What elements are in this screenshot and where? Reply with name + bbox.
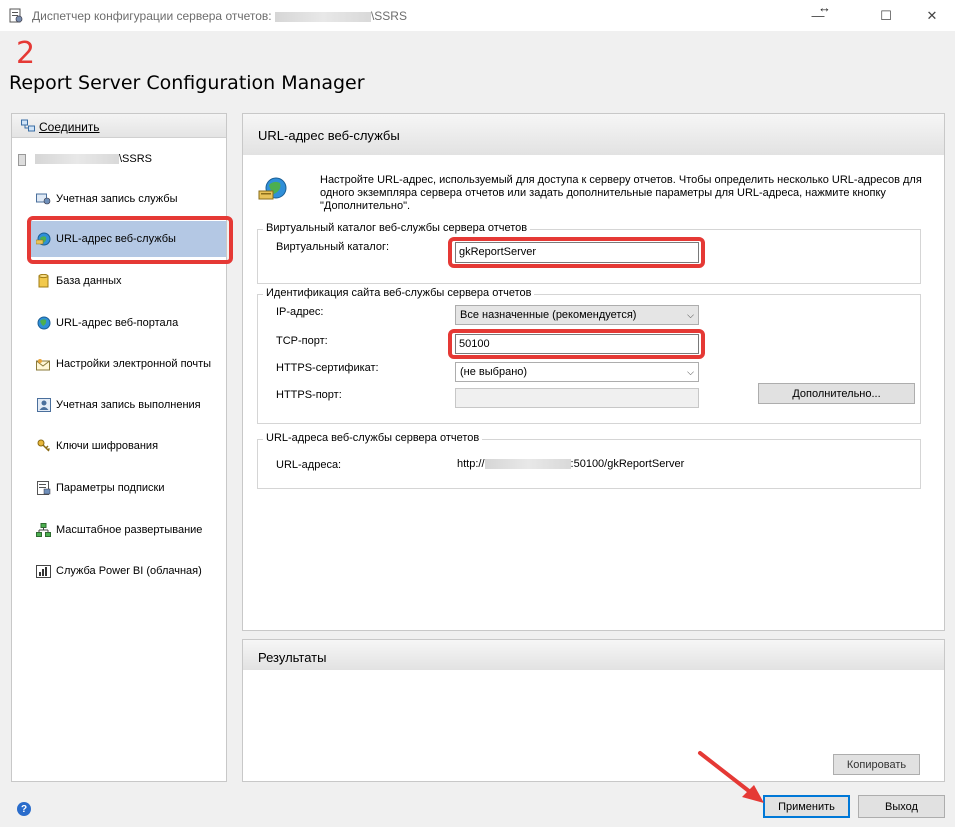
sidebar-item-scale-out[interactable]: Масштабное развертывание <box>30 512 226 548</box>
tcp-port-highlight <box>448 329 705 359</box>
sidebar-item-database[interactable]: База данных <box>30 263 226 299</box>
apply-arrow-annotation <box>698 751 764 803</box>
connect-icon[interactable] <box>21 119 35 132</box>
url-suffix: :50100/gkReportServer <box>570 458 685 470</box>
sidebar-item-label: Параметры подписки <box>56 482 165 494</box>
connect-button[interactable]: Соединить <box>39 120 100 134</box>
close-button[interactable]: ✕ <box>909 0 955 31</box>
sidebar-item-service-account[interactable]: Учетная запись службы <box>30 181 226 217</box>
urls-label: URL-адреса: <box>276 459 342 471</box>
description-text: Настройте URL-адрес, используемый для до… <box>320 174 922 212</box>
https-certificate-label: HTTPS-сертификат: <box>276 362 379 374</box>
https-port-input[interactable] <box>455 388 699 408</box>
virtual-directory-label: Виртуальный каталог: <box>276 241 390 253</box>
url-prefix: http:// <box>457 458 485 470</box>
virtual-directory-legend: Виртуальный каталог веб-службы сервера о… <box>263 222 531 234</box>
maximize-button[interactable]: ☐ <box>863 0 909 31</box>
results-header <box>243 640 944 670</box>
sidebar-item-label: Ключи шифрования <box>56 440 159 452</box>
sidebar-item-label: Масштабное развертывание <box>56 524 203 536</box>
redacted-server-name <box>35 154 119 165</box>
database-icon <box>36 274 51 289</box>
execution-account-icon <box>36 398 51 413</box>
chevron-down-icon: ⌵ <box>687 366 694 377</box>
advanced-button[interactable]: Дополнительно... <box>758 383 915 404</box>
email-icon <box>36 357 51 372</box>
virtual-directory-highlight <box>448 237 705 268</box>
results-title: Результаты <box>258 650 327 665</box>
step-number-annotation: 2 <box>16 36 36 71</box>
apply-button[interactable]: Применить <box>763 795 850 818</box>
ip-address-value: Все назначенные (рекомендуется) <box>460 309 637 321</box>
window-title-prefix: Диспетчер конфигурации сервера отчетов: <box>32 9 275 23</box>
page-title: URL-адрес веб-службы <box>258 128 400 143</box>
sidebar-item-label: URL-адрес веб-портала <box>56 317 179 329</box>
connect-label: Соединить <box>39 120 100 134</box>
ip-address-label: IP-адрес: <box>276 306 324 318</box>
web-service-globe-icon <box>258 177 287 200</box>
power-bi-icon <box>36 564 51 579</box>
web-portal-globe-icon <box>36 316 51 331</box>
web-service-url-highlight <box>27 216 233 264</box>
window-title-suffix: \SSRS <box>370 9 407 23</box>
sidebar-item-label: Служба Power BI (облачная) <box>56 565 202 577</box>
redacted-host <box>484 459 571 470</box>
sidebar-item-encryption-keys[interactable]: Ключи шифрования <box>30 428 226 464</box>
key-icon <box>36 439 51 454</box>
ip-address-select[interactable]: Все назначенные (рекомендуется) ⌵ <box>455 305 699 325</box>
sidebar-item-execution-account[interactable]: Учетная запись выполнения <box>30 387 226 423</box>
copy-button[interactable]: Копировать <box>833 754 920 775</box>
service-account-icon <box>36 192 51 207</box>
server-name-suffix: \SSRS <box>119 153 153 165</box>
minimize-button[interactable]: — <box>795 0 841 31</box>
redacted-server-name <box>274 11 371 22</box>
sidebar-item-label: Настройки электронной почты <box>56 358 212 370</box>
web-service-url-link[interactable]: http:// :50100/gkReportServer <box>457 458 684 470</box>
https-port-label: HTTPS-порт: <box>276 389 342 401</box>
help-icon[interactable]: ? <box>17 802 31 816</box>
site-identification-legend: Идентификация сайта веб-службы сервера о… <box>263 287 535 299</box>
server-node[interactable]: \SSRS <box>35 153 152 165</box>
exit-button[interactable]: Выход <box>858 795 945 818</box>
sidebar-item-label: Учетная запись выполнения <box>56 399 201 411</box>
server-icon <box>18 154 26 166</box>
app-icon <box>9 8 23 23</box>
app-title: Report Server Configuration Manager <box>9 72 365 94</box>
sidebar-item-label: Учетная запись службы <box>56 193 178 205</box>
sidebar-item-subscription-settings[interactable]: Параметры подписки <box>30 470 226 506</box>
chevron-down-icon: ⌵ <box>687 309 694 320</box>
https-certificate-value: (не выбрано) <box>460 366 528 378</box>
https-certificate-select[interactable]: (не выбрано) ⌵ <box>455 362 699 382</box>
sidebar-item-email-settings[interactable]: Настройки электронной почты <box>30 346 226 382</box>
window-title: Диспетчер конфигурации сервера отчетов: … <box>32 9 407 23</box>
sidebar-item-power-bi[interactable]: Служба Power BI (облачная) <box>30 553 226 589</box>
sidebar-item-label: База данных <box>56 275 122 287</box>
sidebar-item-web-portal-url[interactable]: URL-адрес веб-портала <box>30 305 226 341</box>
scale-out-icon <box>36 523 51 538</box>
subscription-icon <box>36 481 51 496</box>
urls-legend: URL-адреса веб-службы сервера отчетов <box>263 432 483 444</box>
tcp-port-label: TCP-порт: <box>276 335 328 347</box>
